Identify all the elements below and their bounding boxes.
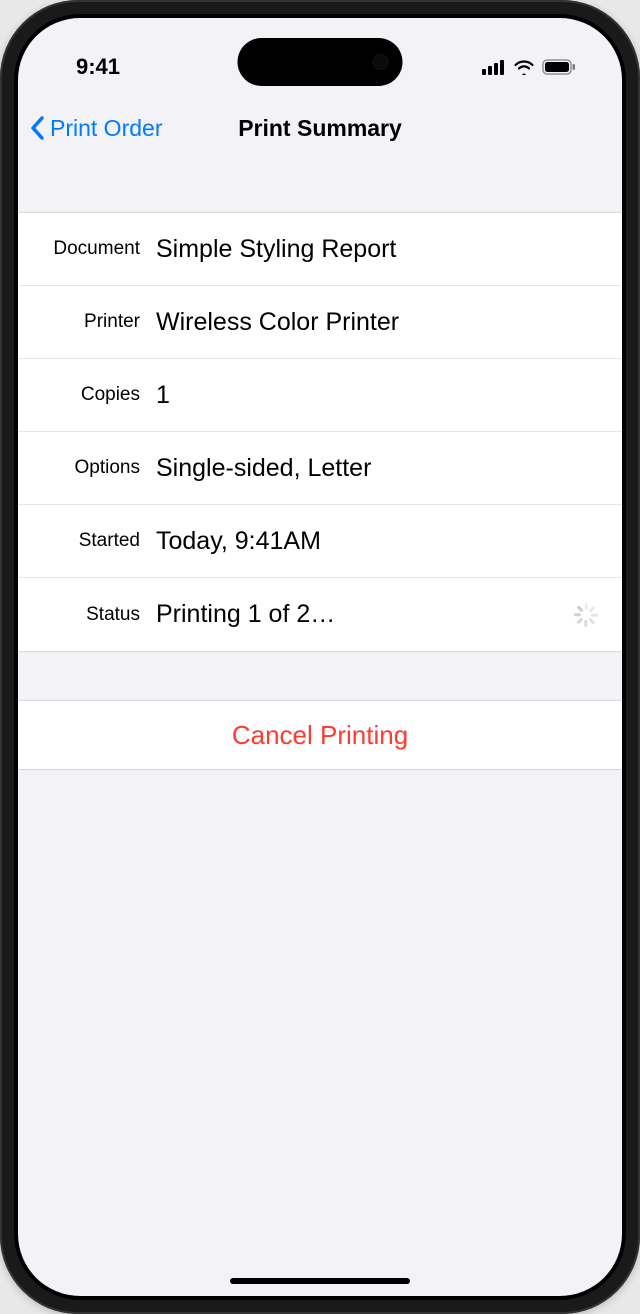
summary-list: Document Simple Styling Report Printer W…: [18, 212, 622, 652]
chevron-left-icon: [30, 114, 48, 142]
page-title: Print Summary: [238, 115, 402, 142]
value-copies: 1: [156, 381, 602, 410]
nav-bar: Print Order Print Summary: [18, 100, 622, 160]
label-status: Status: [18, 604, 156, 626]
wifi-icon: [513, 59, 535, 75]
label-options: Options: [18, 457, 156, 479]
back-label: Print Order: [50, 115, 162, 142]
row-status: Status Printing 1 of 2…: [18, 578, 622, 651]
back-button[interactable]: Print Order: [30, 114, 162, 142]
phone-frame: 9:41: [0, 0, 640, 1314]
label-copies: Copies: [18, 384, 156, 406]
value-options: Single-sided, Letter: [156, 454, 602, 483]
status-icons: [482, 59, 576, 75]
value-status: Printing 1 of 2…: [156, 600, 574, 629]
cancel-group: Cancel Printing: [18, 700, 622, 770]
label-document: Document: [18, 238, 156, 260]
label-started: Started: [18, 530, 156, 552]
value-printer: Wireless Color Printer: [156, 308, 602, 337]
spinner-icon: [574, 603, 598, 627]
cellular-icon: [482, 59, 506, 75]
row-copies: Copies 1: [18, 359, 622, 432]
dynamic-island: [238, 38, 403, 86]
row-document: Document Simple Styling Report: [18, 213, 622, 286]
cancel-printing-button[interactable]: Cancel Printing: [18, 701, 622, 769]
row-options: Options Single-sided, Letter: [18, 432, 622, 505]
status-time: 9:41: [76, 54, 120, 80]
row-started: Started Today, 9:41AM: [18, 505, 622, 578]
screen: 9:41: [18, 18, 622, 1296]
value-started: Today, 9:41AM: [156, 527, 602, 556]
content: Document Simple Styling Report Printer W…: [18, 212, 622, 770]
cancel-label: Cancel Printing: [232, 720, 408, 751]
value-document: Simple Styling Report: [156, 235, 602, 264]
row-printer: Printer Wireless Color Printer: [18, 286, 622, 359]
home-indicator[interactable]: [230, 1278, 410, 1284]
battery-icon: [542, 59, 576, 75]
label-printer: Printer: [18, 311, 156, 333]
